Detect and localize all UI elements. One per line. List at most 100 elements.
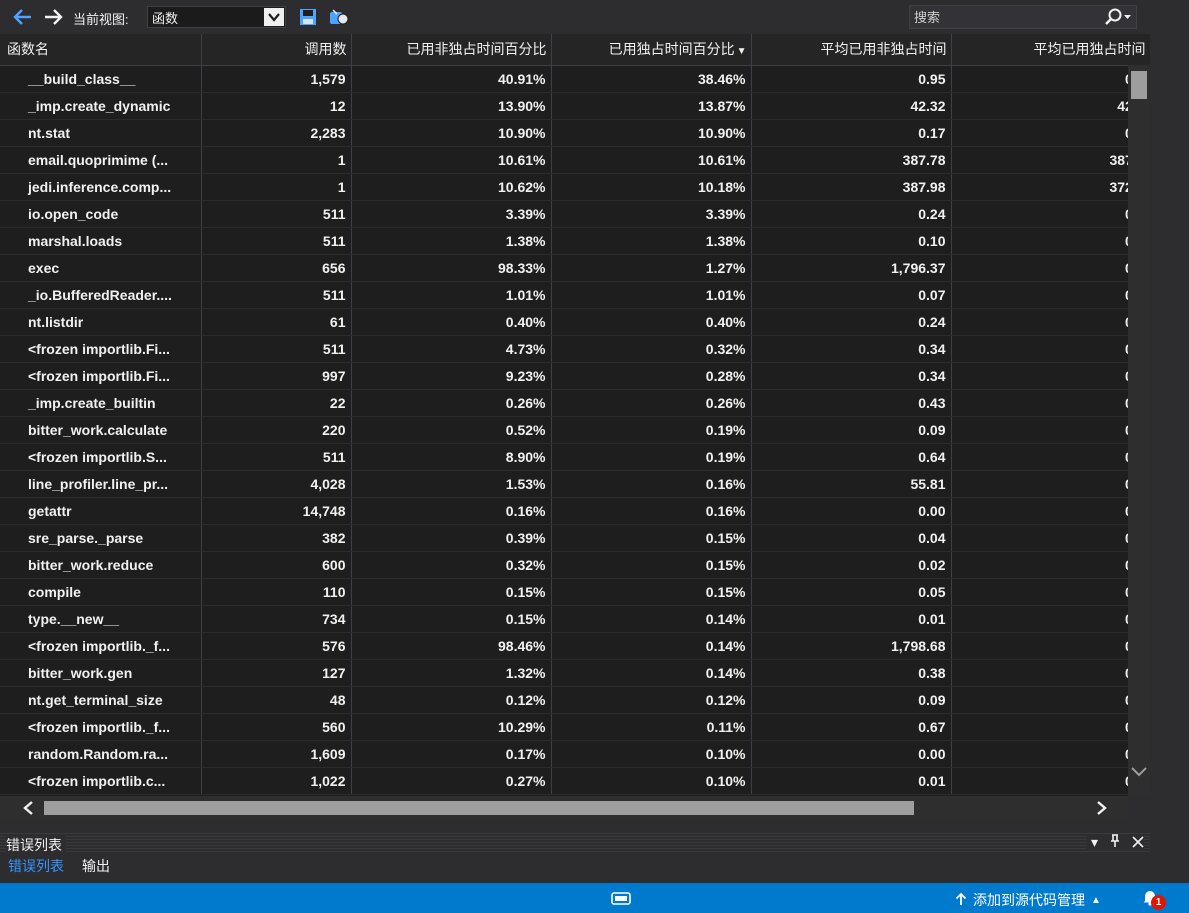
- scroll-left-chevron-icon[interactable]: [18, 798, 38, 818]
- exclusive-percent-cell: 0.14%: [551, 659, 752, 687]
- notification-badge: 1: [1151, 895, 1166, 910]
- call-count-cell: 12: [201, 92, 352, 120]
- function-name-cell: bitter_work.reduce: [0, 551, 202, 579]
- table-row[interactable]: compile1100.15%0.15%0.050.0: [0, 578, 1150, 606]
- table-row[interactable]: <frozen importlib._f... 560 10.29% 0.11% 0.6…: [0, 713, 1150, 741]
- table-row[interactable]: nt.listdir610.40%0.40%0.240.2: [0, 308, 1150, 336]
- notification-bell-icon[interactable]: 1: [1141, 888, 1167, 910]
- inclusive-percent-cell: 0.15%: [351, 578, 552, 606]
- table-row[interactable]: _io.BufferedReader....5111.01%1.01%0.070…: [0, 281, 1150, 309]
- table-row[interactable]: marshal.loads5111.38%1.38%0.100.1: [0, 227, 1150, 255]
- call-count-cell: 656: [201, 254, 352, 282]
- function-name-cell: email.quoprimime (...: [0, 146, 202, 174]
- avg-exclusive-time-cell: 0.0: [951, 713, 1150, 741]
- horizontal-scrollbar-thumb[interactable]: [44, 801, 914, 815]
- table-row[interactable]: <frozen importlib.Fi... 511 4.73% 0.32% 0.34…: [0, 335, 1150, 363]
- forward-arrow-icon[interactable]: [42, 7, 64, 27]
- exclusive-percent-cell: 3.39%: [551, 200, 752, 228]
- avg-inclusive-time-cell: 0.09: [751, 416, 952, 444]
- avg-inclusive-time-cell: 55.81: [751, 470, 952, 498]
- table-row[interactable]: <frozen importlib.c... 1,022 0.27% 0.10% 0.0…: [0, 767, 1150, 795]
- column-header-exclusive-percent[interactable]: 已用独占时间百分比 ▼: [551, 34, 752, 66]
- call-count-cell: 1,579: [201, 65, 352, 93]
- table-row[interactable]: random.Random.ra...1,6090.17%0.10%0.000.…: [0, 740, 1150, 768]
- search-box[interactable]: [909, 5, 1137, 29]
- save-icon[interactable]: [299, 8, 317, 26]
- avg-exclusive-time-cell: 0.0: [951, 767, 1150, 795]
- chevron-down-icon[interactable]: [264, 8, 284, 26]
- call-count-cell: 110: [201, 578, 352, 606]
- tab-error-list[interactable]: 错误列表: [4, 856, 68, 876]
- pin-icon[interactable]: [1110, 834, 1120, 851]
- table-row[interactable]: <frozen importlib.Fi... 997 9.23% 0.28% 0.34…: [0, 362, 1150, 390]
- table-row[interactable]: bitter_work.gen1271.32%0.14%0.380.0: [0, 659, 1150, 687]
- horizontal-scrollbar[interactable]: [0, 796, 1128, 820]
- table-row[interactable]: io.open_code5113.39%3.39%0.240.2: [0, 200, 1150, 228]
- table-row[interactable]: nt.stat2,28310.90%10.90%0.170.1: [0, 119, 1150, 147]
- tab-output[interactable]: 输出: [78, 856, 114, 876]
- table-row[interactable]: bitter_work.reduce6000.32%0.15%0.020.0: [0, 551, 1150, 579]
- call-count-cell: 220: [201, 416, 352, 444]
- exclusive-percent-cell: 38.46%: [551, 65, 752, 93]
- table-row[interactable]: line_profiler.line_pr... 4,028 1.53% 0.16% 5…: [0, 470, 1150, 498]
- avg-exclusive-time-cell: 42.2: [951, 92, 1150, 120]
- inclusive-percent-cell: 0.52%: [351, 416, 552, 444]
- scrollbar-corner: [1128, 796, 1150, 820]
- table-row[interactable]: getattr14,7480.16%0.16%0.000.0: [0, 497, 1150, 525]
- inclusive-percent-cell: 4.73%: [351, 335, 552, 363]
- add-to-source-control-button[interactable]: 添加到源代码管理 ▲: [955, 890, 1101, 910]
- call-count-cell: 382: [201, 524, 352, 552]
- column-header-inclusive-percent[interactable]: 已用非独占时间百分比: [351, 34, 552, 66]
- table-row[interactable]: email.quoprimime (... 1 10.61% 10.61% 387.78…: [0, 146, 1150, 174]
- table-row[interactable]: exec65698.33%1.27%1,796.370.0: [0, 254, 1150, 282]
- header-row: 函数名 调用数 已用非独占时间百分比 已用独占时间百分比 ▼ 平均已用非独占时间 …: [0, 34, 1150, 66]
- avg-inclusive-time-cell: 387.78: [751, 146, 952, 174]
- table-row[interactable]: type.__new__7340.15%0.14%0.010.0: [0, 605, 1150, 633]
- table-row[interactable]: bitter_work.calculate2200.52%0.19%0.090.…: [0, 416, 1150, 444]
- search-input[interactable]: [910, 8, 1098, 26]
- column-header-avg-inclusive-time[interactable]: 平均已用非独占时间: [751, 34, 952, 66]
- vertical-scrollbar[interactable]: [1128, 65, 1150, 796]
- table-row[interactable]: <frozen importlib.S...5118.90%0.19%0.640…: [0, 443, 1150, 471]
- table-row[interactable]: _imp.create_dynamic1213.90%13.87%42.3242…: [0, 92, 1150, 120]
- avg-exclusive-time-cell: 0.2: [951, 200, 1150, 228]
- function-name-cell: line_profiler.line_pr...: [0, 470, 202, 498]
- column-header-call-count[interactable]: 调用数: [201, 34, 352, 66]
- avg-inclusive-time-cell: 42.32: [751, 92, 952, 120]
- vertical-scrollbar-thumb[interactable]: [1131, 71, 1147, 99]
- inclusive-percent-cell: 10.61%: [351, 146, 552, 174]
- back-arrow-icon[interactable]: [12, 7, 34, 27]
- exclusive-percent-cell: 0.11%: [551, 713, 752, 741]
- open-report-icon[interactable]: [329, 8, 349, 26]
- up-arrow-icon: [955, 892, 967, 909]
- table-row[interactable]: __build_class__1,57940.91%38.46%0.950.8: [0, 65, 1150, 93]
- call-count-cell: 61: [201, 308, 352, 336]
- column-header-avg-exclusive-time[interactable]: 平均已用独占时间: [951, 34, 1150, 66]
- table-row[interactable]: <frozen importlib._f... 576 98.46% 0.14% 1,7…: [0, 632, 1150, 660]
- avg-exclusive-time-cell: 0.0: [951, 740, 1150, 768]
- panel-menu-dropdown-icon[interactable]: ▾: [1091, 834, 1098, 851]
- scroll-right-chevron-icon[interactable]: [1092, 798, 1112, 818]
- inclusive-percent-cell: 3.39%: [351, 200, 552, 228]
- close-icon[interactable]: [1132, 835, 1144, 851]
- table-row[interactable]: sre_parse._parse3820.39%0.15%0.040.0: [0, 524, 1150, 552]
- call-count-cell: 600: [201, 551, 352, 579]
- function-name-cell: _io.BufferedReader....: [0, 281, 202, 309]
- avg-exclusive-time-cell: 0.2: [951, 308, 1150, 336]
- call-count-cell: 127: [201, 659, 352, 687]
- call-count-cell: 1,609: [201, 740, 352, 768]
- inclusive-percent-cell: 0.27%: [351, 767, 552, 795]
- inclusive-percent-cell: 0.32%: [351, 551, 552, 579]
- panel-splitter[interactable]: [0, 820, 1150, 832]
- table-row[interactable]: _imp.create_builtin220.26%0.26%0.430.4: [0, 389, 1150, 417]
- search-icon[interactable]: [1098, 6, 1136, 28]
- exclusive-percent-cell: 0.14%: [551, 632, 752, 660]
- table-row[interactable]: nt.get_terminal_size480.12%0.12%0.090.0: [0, 686, 1150, 714]
- function-grid: 函数名 调用数 已用非独占时间百分比 已用独占时间百分比 ▼ 平均已用非独占时间 …: [0, 34, 1150, 796]
- column-header-function-name[interactable]: 函数名: [0, 34, 202, 66]
- table-row[interactable]: jedi.inference.comp... 1 10.62% 10.18% 387.9…: [0, 173, 1150, 201]
- inclusive-percent-cell: 0.15%: [351, 605, 552, 633]
- view-dropdown[interactable]: 函数: [147, 6, 286, 28]
- scroll-down-chevron-icon[interactable]: [1129, 762, 1149, 782]
- screen-icon[interactable]: [611, 892, 631, 905]
